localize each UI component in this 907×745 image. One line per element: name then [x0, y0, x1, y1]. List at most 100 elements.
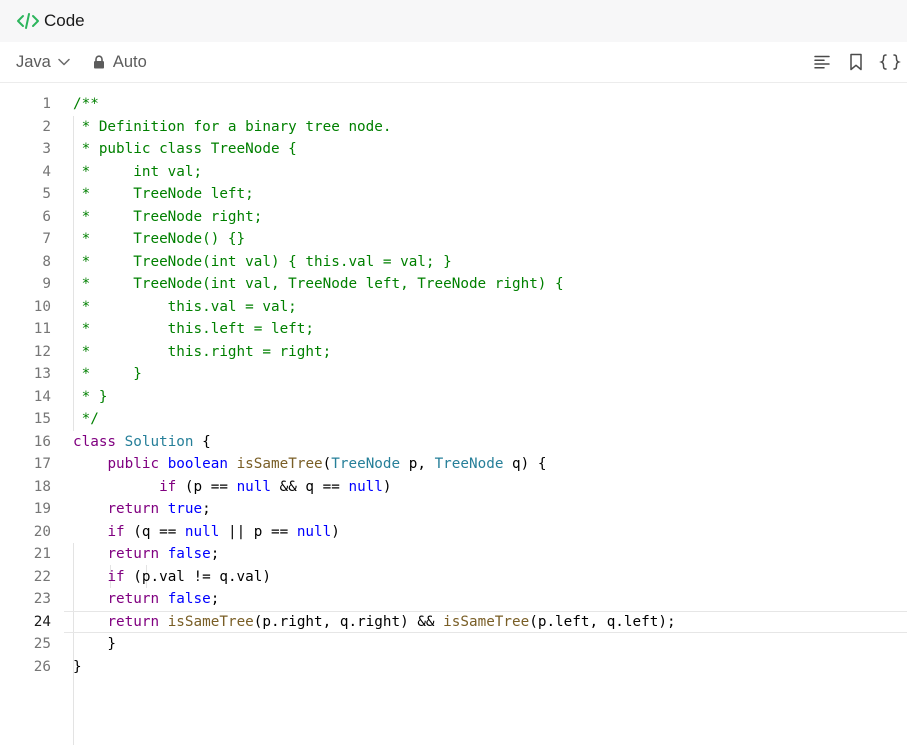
line-number: 19: [33, 501, 51, 517]
line-number: 25: [33, 636, 51, 652]
code-token: isSameTree: [167, 613, 254, 630]
code-token: (q ==: [124, 523, 185, 540]
code-token: * this.right = right;: [73, 343, 332, 360]
code-line[interactable]: 13 * }: [0, 363, 907, 386]
code-token: * }: [73, 366, 142, 382]
line-number: 14: [33, 388, 51, 405]
code-text: * Definition for a binary tree node.: [73, 116, 392, 139]
code-text: if (p == null && q == null): [73, 476, 391, 499]
code-line[interactable]: 26}: [0, 656, 907, 679]
code-text: * public class TreeNode {: [73, 138, 297, 161]
line-number: 5: [42, 186, 51, 202]
code-text: public boolean isSameTree(TreeNode p, Tr…: [73, 453, 547, 476]
code-text: /**: [73, 93, 99, 116]
code-text: * }: [73, 363, 142, 386]
editor-toolbar: Java Auto: [0, 42, 907, 83]
code-text: * this.val = val;: [73, 296, 297, 319]
code-line[interactable]: 22 if (p.val != q.val): [0, 566, 907, 589]
code-line[interactable]: 25 }: [0, 633, 907, 656]
language-label: Java: [16, 52, 51, 71]
code-token: (: [322, 456, 332, 472]
code-token: && q ==: [271, 478, 349, 495]
code-line[interactable]: 1 /**: [0, 93, 907, 116]
code-token: * public class TreeNode {: [73, 141, 297, 157]
code-token: * }: [73, 388, 108, 405]
code-token: false: [167, 591, 211, 607]
code-line[interactable]: 17 public boolean isSameTree(TreeNode p,…: [0, 453, 907, 476]
code-token: if: [159, 478, 177, 495]
line-number: 22: [33, 568, 51, 585]
code-line[interactable]: 6 * TreeNode right;: [0, 206, 907, 229]
code-line[interactable]: 8 * TreeNode(int val) { this.val = val; …: [0, 251, 907, 274]
line-number: 10: [33, 298, 51, 315]
code-token: null: [296, 523, 332, 540]
code-token: }: [73, 636, 117, 652]
code-token: * TreeNode(int val) { this.val = val; }: [73, 253, 452, 270]
code-line[interactable]: 5 * TreeNode left;: [0, 183, 907, 206]
code-line[interactable]: 3 * public class TreeNode {: [0, 138, 907, 161]
code-line[interactable]: 19 return true;: [0, 498, 907, 521]
code-text: }: [73, 656, 82, 679]
code-line[interactable]: 2 * Definition for a binary tree node.: [0, 116, 907, 139]
code-line[interactable]: 10 * this.val = val;: [0, 296, 907, 319]
code-line[interactable]: 18 if (p == null && q == null): [0, 476, 907, 499]
bookmark-icon[interactable]: [845, 51, 867, 73]
line-number: 12: [33, 343, 51, 360]
code-token: return: [107, 546, 160, 562]
code-token: null: [184, 523, 220, 540]
code-editor[interactable]: 1 /** 2 * Definition for a binary tree nod…: [0, 83, 907, 745]
code-line[interactable]: 7 * TreeNode() {}: [0, 228, 907, 251]
line-number: 1: [42, 96, 51, 112]
code-line[interactable]: 21 return false;: [0, 543, 907, 566]
code-token: * TreeNode(int val, TreeNode left, TreeN…: [73, 276, 564, 292]
code-brackets-icon: [16, 11, 40, 31]
code-text: * TreeNode(int val, TreeNode left, TreeN…: [73, 273, 564, 296]
code-token: null: [348, 478, 383, 495]
code-line[interactable]: 24 return isSameTree(p.right, q.right) &…: [0, 610, 907, 634]
code-token: * this.left = left;: [73, 321, 315, 337]
line-number: 11: [33, 321, 51, 337]
code-token: (p.left, q.left);: [529, 613, 676, 630]
code-text: * this.left = left;: [73, 318, 314, 341]
braces-icon[interactable]: [879, 51, 901, 73]
lock-icon: [93, 55, 105, 69]
code-text: * int val;: [73, 161, 203, 184]
code-line[interactable]: 12 * this.right = right;: [0, 341, 907, 364]
code-line[interactable]: 11 * this.left = left;: [0, 318, 907, 341]
code-line[interactable]: 23 return false;: [0, 588, 907, 611]
code-token: */: [73, 411, 99, 427]
language-selector[interactable]: Java: [16, 53, 70, 72]
auto-mode-indicator[interactable]: Auto: [93, 53, 147, 72]
line-number: 9: [42, 276, 51, 292]
code-line[interactable]: 16 class Solution {: [0, 431, 907, 454]
code-line[interactable]: 15 */: [0, 408, 907, 431]
line-number: 6: [42, 208, 51, 225]
code-text: return isSameTree(p.right, q.right) && i…: [73, 611, 676, 634]
code-text: return false;: [73, 543, 219, 566]
code-token: TreeNode: [331, 456, 401, 472]
code-line[interactable]: 4 * int val;: [0, 161, 907, 184]
code-line[interactable]: 14 * }: [0, 386, 907, 409]
code-line[interactable]: 9 * TreeNode(int val, TreeNode left, Tre…: [0, 273, 907, 296]
code-token: ): [331, 523, 340, 540]
code-token: TreeNode: [434, 456, 504, 472]
code-line[interactable]: 20 if (q == null || p == null): [0, 521, 907, 544]
panel-title: Code: [44, 11, 85, 30]
panel-header: Code: [0, 0, 907, 42]
code-text: if (p.val != q.val): [73, 566, 271, 589]
code-token: isSameTree: [443, 613, 530, 630]
code-token: ;: [210, 591, 220, 607]
format-lines-icon[interactable]: [811, 51, 833, 73]
code-token: true: [167, 501, 203, 517]
code-token: q) {: [503, 456, 547, 472]
